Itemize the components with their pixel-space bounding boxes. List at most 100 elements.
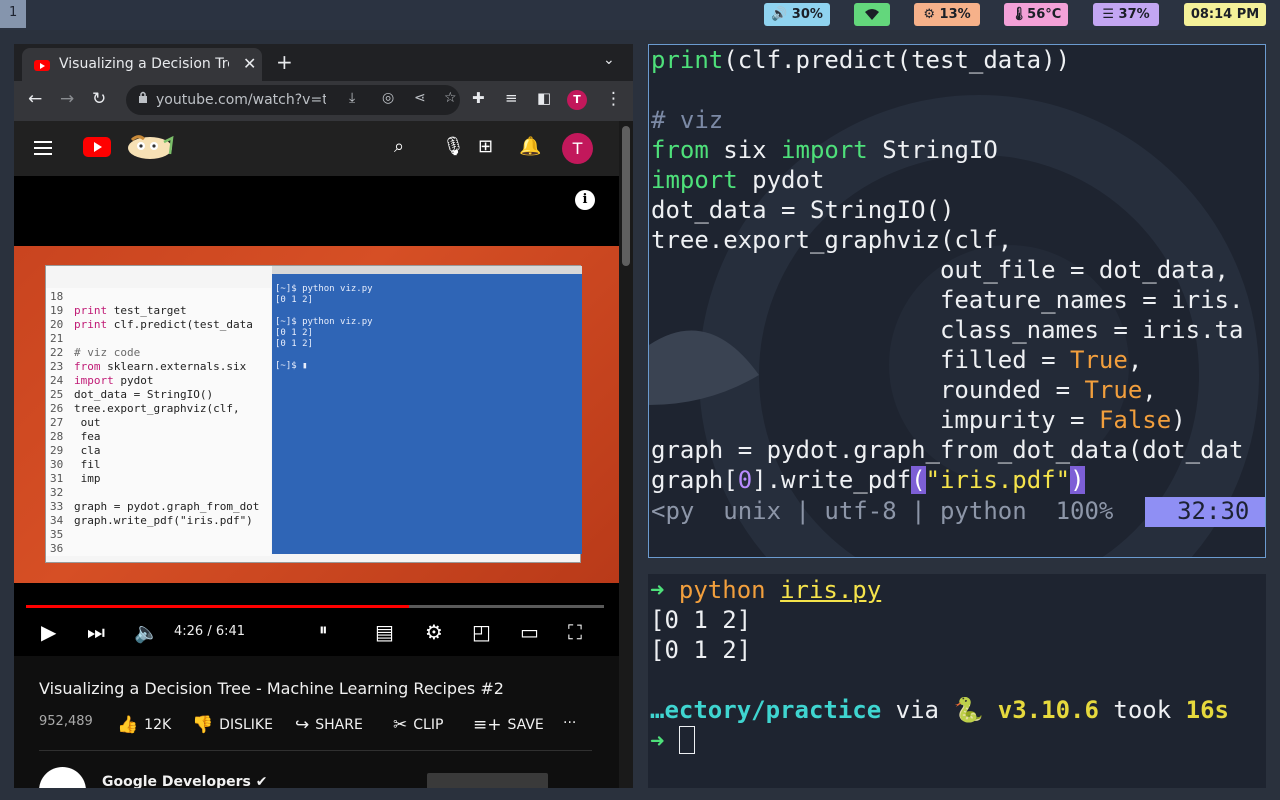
share-arrow-icon: ↪ bbox=[295, 715, 310, 735]
editor-line: from six import StringIO bbox=[651, 136, 998, 164]
notifications-bell-icon[interactable]: 🔔 bbox=[519, 136, 541, 157]
page-scrollbar[interactable] bbox=[619, 121, 633, 788]
video-progress-bar[interactable] bbox=[26, 605, 604, 608]
memory-indicator[interactable]: ☰ 37% bbox=[1093, 3, 1159, 26]
next-video-icon[interactable]: ⏭ bbox=[87, 620, 105, 644]
forward-icon[interactable]: → bbox=[60, 89, 74, 109]
editor-line: filled = True, bbox=[651, 346, 1143, 374]
youtube-logo-icon[interactable] bbox=[83, 137, 111, 157]
slide-code-line: 19 print test_target bbox=[50, 304, 187, 317]
video-time: 4:26 / 6:41 bbox=[174, 624, 246, 639]
miniplayer-icon[interactable]: ◰ bbox=[472, 620, 491, 644]
view-count: 952,489 bbox=[39, 714, 93, 729]
share-icon[interactable]: ⋖ bbox=[414, 90, 426, 106]
reload-icon[interactable]: ↻ bbox=[92, 89, 106, 109]
slide-code-pane: 18 19 print test_target 20 print clf.predict… bbox=[46, 288, 271, 556]
lock-icon bbox=[139, 91, 147, 103]
slide-terminal-line: [~]$ python viz.py bbox=[275, 317, 373, 327]
profile-avatar[interactable]: T bbox=[567, 90, 587, 110]
clip-button[interactable]: ✂ CLIP bbox=[393, 715, 443, 735]
browser-toolbar: ← → ↻ youtube.com/watch?v=t... ⤓ ◎ ⋖ ☆ ✚… bbox=[14, 81, 633, 121]
wifi-icon bbox=[865, 9, 879, 20]
extensions-icon[interactable]: ✚ bbox=[472, 89, 485, 107]
command-duration: 16s bbox=[1185, 696, 1229, 724]
fullscreen-icon[interactable]: ⛶ bbox=[568, 620, 582, 644]
editor-line: class_names = iris.ta bbox=[651, 316, 1244, 344]
volume-indicator[interactable]: 🔊 30% bbox=[764, 3, 830, 26]
hamburger-menu-icon[interactable] bbox=[34, 141, 52, 155]
browser-tab[interactable]: Visualizing a Decision Tree ✕ bbox=[22, 48, 262, 81]
cpu-indicator[interactable]: ⚙ 13% bbox=[914, 3, 980, 26]
scrollbar-thumb[interactable] bbox=[622, 126, 630, 266]
create-video-icon[interactable]: ⊞ bbox=[478, 136, 493, 157]
terminal-argument: iris.py bbox=[780, 576, 882, 604]
terminal-output-2: [0 1 2] bbox=[650, 636, 752, 664]
terminal-command-line: ➜ python iris.py bbox=[650, 576, 881, 604]
slide-terminal-line: [0 1 2] bbox=[275, 328, 313, 338]
youtube-header: ⌕ 🎙 ⊞ 🔔 T bbox=[14, 121, 619, 176]
clock[interactable]: 08:14 PM bbox=[1184, 3, 1266, 26]
back-icon[interactable]: ← bbox=[28, 89, 42, 109]
terminal-pane[interactable]: ➜ python iris.py [0 1 2] [0 1 2] …ectory… bbox=[648, 574, 1266, 788]
close-tab-icon[interactable]: ✕ bbox=[243, 54, 256, 73]
video-progress-fill bbox=[26, 605, 410, 608]
new-tab-button[interactable]: + bbox=[276, 50, 293, 74]
youtube-favicon-icon bbox=[34, 60, 50, 71]
subtitles-icon[interactable]: ▤ bbox=[375, 620, 394, 644]
video-player[interactable]: i 18 19 print test_target 20 print clf.predi… bbox=[14, 176, 619, 656]
more-actions-button[interactable]: ··· bbox=[563, 715, 576, 731]
slide-code-line: 20 print clf.predict(test_data bbox=[50, 318, 253, 331]
temperature-indicator[interactable]: 🌡56°C bbox=[1004, 3, 1068, 26]
settings-gear-icon[interactable]: ⚙ bbox=[425, 620, 443, 644]
theater-mode-icon[interactable]: ▭ bbox=[520, 620, 539, 644]
youtube-doodle-icon[interactable] bbox=[124, 134, 176, 160]
statusline-info: <py unix | utf-8 | python 100% bbox=[651, 497, 1114, 525]
autoplay-toggle-icon[interactable]: ⏸ bbox=[319, 620, 328, 640]
browser-menu-icon[interactable]: ⋮ bbox=[605, 89, 622, 109]
subscribe-button[interactable] bbox=[427, 773, 548, 788]
video-title: Visualizing a Decision Tree - Machine Le… bbox=[39, 679, 504, 698]
scissors-icon: ✂ bbox=[393, 715, 408, 735]
python-icon: 🐍 bbox=[953, 696, 984, 724]
address-bar[interactable]: youtube.com/watch?v=t... ⤓ ◎ ⋖ ☆ bbox=[126, 85, 460, 115]
slide-code-line: 35 bbox=[50, 528, 64, 541]
slide-terminal-line: [0 1 2] bbox=[275, 339, 313, 349]
prompt-arrow-icon: ➜ bbox=[650, 576, 665, 604]
wifi-indicator[interactable] bbox=[854, 3, 890, 26]
channel-avatar[interactable] bbox=[39, 767, 86, 788]
bookmark-star-icon[interactable]: ☆ bbox=[444, 90, 457, 106]
thumbs-up-icon: 👍 bbox=[117, 715, 139, 735]
prompt-via: via bbox=[881, 696, 954, 724]
eye-off-icon[interactable]: ◎ bbox=[382, 90, 394, 106]
info-icon[interactable]: i bbox=[575, 190, 595, 210]
editor-statusline: <py unix | utf-8 | python 100% 32:30 bbox=[649, 497, 1265, 527]
channel-name[interactable]: Google Developers ✔ bbox=[102, 774, 267, 788]
like-button[interactable]: 👍 12K bbox=[117, 715, 171, 735]
workspace-indicator[interactable]: 1 bbox=[0, 0, 26, 28]
slide-code-line: 23 from sklearn.externals.six bbox=[50, 360, 247, 373]
tab-strip: Visualizing a Decision Tree ✕ + ⌄ bbox=[14, 44, 633, 81]
slide-terminal-pane: [~]$ python viz.py [0 1 2] [~]$ python viz… bbox=[272, 266, 582, 554]
save-button[interactable]: ≡+ SAVE bbox=[473, 715, 544, 735]
slide-code-line: 28 fea bbox=[50, 430, 101, 443]
microphone-icon[interactable]: 🎙 bbox=[442, 136, 465, 157]
side-panel-icon[interactable]: ◧ bbox=[537, 89, 551, 107]
search-icon[interactable]: ⌕ bbox=[394, 136, 404, 157]
install-icon[interactable]: ⤓ bbox=[349, 90, 355, 106]
editor-line: out_file = dot_data, bbox=[651, 256, 1229, 284]
slide-code-line: 34 graph.write_pdf("iris.pdf") bbox=[50, 514, 253, 527]
dislike-button[interactable]: 👎 DISLIKE bbox=[192, 715, 273, 735]
slide-code-line: 21 bbox=[50, 332, 64, 345]
media-control-icon[interactable]: ≡ bbox=[505, 89, 518, 107]
share-button[interactable]: ↪ SHARE bbox=[295, 715, 363, 735]
volume-icon[interactable]: 🔈 bbox=[134, 620, 159, 644]
cursor-position: 32:30 bbox=[1145, 497, 1265, 527]
tab-search-button[interactable]: ⌄ bbox=[603, 52, 615, 68]
like-count: 12K bbox=[144, 717, 172, 733]
play-icon[interactable]: ▶ bbox=[41, 620, 56, 644]
terminal-input-line[interactable]: ➜ bbox=[650, 726, 695, 755]
account-avatar[interactable]: T bbox=[562, 133, 593, 164]
slide-terminal-line: [0 1 2] bbox=[275, 295, 313, 305]
code-editor-pane[interactable]: print(clf.predict(test_data)) # viz from s… bbox=[648, 44, 1266, 558]
editor-line: # viz bbox=[651, 106, 724, 134]
